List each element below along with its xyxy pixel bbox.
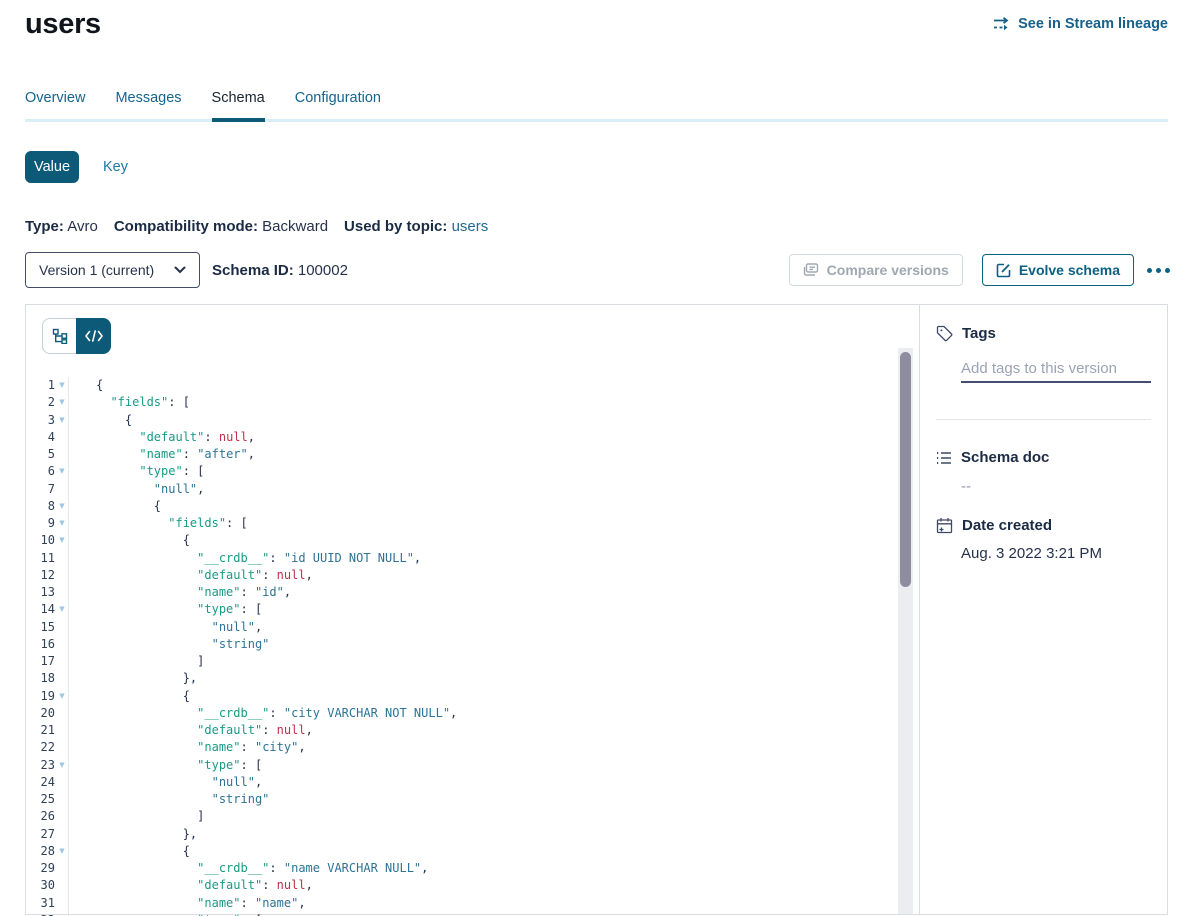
code-line[interactable]: 7 "null", — [26, 481, 919, 498]
tab-schema[interactable]: Schema — [212, 90, 265, 119]
code-lines[interactable]: 1▼{2▼ "fields": [3▼ {4 "default": null,5… — [26, 369, 919, 916]
schema-id-value: 100002 — [298, 262, 348, 279]
chevron-down-icon — [174, 266, 186, 274]
tag-icon — [936, 325, 953, 342]
tab-messages[interactable]: Messages — [115, 90, 181, 119]
code-line[interactable]: 12 "default": null, — [26, 567, 919, 584]
schema-id-label: Schema ID: — [212, 262, 294, 279]
code-line[interactable]: 28▼ { — [26, 843, 919, 860]
code-line[interactable]: 30 "default": null, — [26, 877, 919, 894]
code-line[interactable]: 22 "name": "city", — [26, 739, 919, 756]
stream-lineage-icon — [993, 17, 1011, 31]
compatibility-value: Backward — [262, 218, 328, 235]
tags-input[interactable]: Add tags to this version — [961, 360, 1151, 377]
tab-bar: Overview Messages Schema Configuration — [25, 90, 1168, 119]
code-line[interactable]: 31 "name": "name", — [26, 895, 919, 912]
key-toggle-button[interactable]: Key — [103, 159, 128, 175]
editor-view-toggle — [42, 318, 111, 354]
date-created-value: Aug. 3 2022 3:21 PM — [961, 545, 1151, 562]
code-line[interactable]: 1▼{ — [26, 377, 919, 394]
code-line[interactable]: 6▼ "type": [ — [26, 463, 919, 480]
code-line[interactable]: 4 "default": null, — [26, 429, 919, 446]
evolve-schema-button[interactable]: Evolve schema — [982, 254, 1134, 286]
code-line[interactable]: 26 ] — [26, 808, 919, 825]
list-icon — [936, 451, 952, 465]
schema-sidebar: Tags Add tags to this version Schema doc… — [920, 304, 1168, 915]
code-line[interactable]: 18 }, — [26, 670, 919, 687]
code-line[interactable]: 16 "string" — [26, 636, 919, 653]
schema-doc-value: -- — [961, 478, 1151, 495]
code-line[interactable]: 21 "default": null, — [26, 722, 919, 739]
code-line[interactable]: 25 "string" — [26, 791, 919, 808]
code-line[interactable]: 8▼ { — [26, 498, 919, 515]
tab-overview[interactable]: Overview — [25, 90, 85, 119]
version-select[interactable]: Version 1 (current) — [25, 252, 200, 288]
edit-icon — [996, 263, 1011, 278]
page-title: users — [25, 8, 101, 41]
code-line[interactable]: 3▼ { — [26, 412, 919, 429]
type-value: Avro — [67, 218, 98, 235]
code-line[interactable]: 19▼ { — [26, 688, 919, 705]
schema-meta: Type: Avro Compatibility mode: Backward … — [25, 218, 1168, 235]
schema-doc-title: Schema doc — [961, 449, 1049, 466]
type-label: Type: — [25, 218, 64, 235]
scrollbar-thumb[interactable] — [900, 352, 911, 587]
schema-code-editor: 1▼{2▼ "fields": [3▼ {4 "default": null,5… — [25, 304, 919, 915]
code-line[interactable]: 2▼ "fields": [ — [26, 394, 919, 411]
schema-page: users See in Stream lineage Overview Mes… — [0, 0, 1189, 916]
code-line[interactable]: 11 "__crdb__": "id UUID NOT NULL", — [26, 550, 919, 567]
versions-icon — [803, 263, 819, 277]
code-line[interactable]: 27 }, — [26, 826, 919, 843]
code-line[interactable]: 5 "name": "after", — [26, 446, 919, 463]
see-in-stream-lineage-link[interactable]: See in Stream lineage — [993, 16, 1168, 32]
used-by-topic-link[interactable]: users — [452, 218, 489, 235]
code-line[interactable]: 13 "name": "id", — [26, 584, 919, 601]
value-toggle-button[interactable]: Value — [25, 151, 79, 183]
code-line[interactable]: 10▼ { — [26, 532, 919, 549]
tags-title: Tags — [962, 325, 996, 342]
code-line[interactable]: 32▼ "type": [ — [26, 912, 919, 916]
code-line[interactable]: 14▼ "type": [ — [26, 601, 919, 618]
used-by-topic-label: Used by topic: — [344, 218, 447, 235]
code-view-button[interactable] — [76, 318, 111, 354]
code-line[interactable]: 23▼ "type": [ — [26, 757, 919, 774]
more-actions-button[interactable] — [1146, 268, 1170, 273]
code-line[interactable]: 15 "null", — [26, 619, 919, 636]
code-line[interactable]: 17 ] — [26, 653, 919, 670]
code-line[interactable]: 9▼ "fields": [ — [26, 515, 919, 532]
editor-scrollbar[interactable] — [898, 348, 913, 914]
tab-configuration[interactable]: Configuration — [295, 90, 381, 119]
code-line[interactable]: 24 "null", — [26, 774, 919, 791]
compatibility-label: Compatibility mode: — [114, 218, 258, 235]
code-line[interactable]: 29 "__crdb__": "name VARCHAR NULL", — [26, 860, 919, 877]
date-created-title: Date created — [962, 517, 1052, 534]
calendar-icon — [936, 517, 953, 534]
code-line[interactable]: 20 "__crdb__": "city VARCHAR NOT NULL", — [26, 705, 919, 722]
compare-versions-button[interactable]: Compare versions — [789, 254, 963, 286]
tree-view-button[interactable] — [43, 319, 76, 353]
